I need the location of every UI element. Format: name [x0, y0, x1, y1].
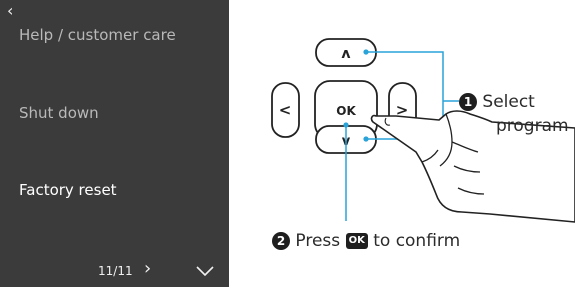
ok-key-icon: OK — [345, 233, 368, 249]
step-2-prefix: Press — [295, 231, 341, 251]
step-2-suffix: to confirm — [373, 231, 461, 251]
ok-button-label: OK — [336, 104, 356, 118]
step-1-text-line1: Select — [482, 92, 535, 112]
remote-illustration: ʌ < OK > v — [229, 0, 575, 287]
step-1-text-line2: program — [496, 116, 569, 136]
menu-item-shut-down[interactable]: Shut down — [19, 104, 99, 122]
menu-item-help-customer-care[interactable]: Help / customer care — [19, 26, 176, 44]
step-2-label: 2 Press OK to confirm — [272, 231, 460, 251]
step-1-label: 1 Select — [459, 92, 535, 112]
left-button[interactable]: < — [271, 82, 300, 138]
up-button-label: ʌ — [341, 46, 350, 62]
page-indicator: 11/11 — [98, 264, 133, 278]
menu-item-factory-reset[interactable]: Factory reset — [19, 181, 117, 199]
back-arrow-icon[interactable]: ‹ — [7, 3, 13, 19]
step-2-number: 2 — [272, 232, 290, 250]
chevron-down-icon[interactable] — [196, 266, 214, 276]
device-menu-panel: ‹ Help / customer care Shut down Factory… — [0, 0, 229, 287]
chevron-right-icon[interactable]: › — [144, 258, 151, 279]
step-1-number: 1 — [459, 93, 477, 111]
left-button-label: < — [279, 101, 292, 119]
